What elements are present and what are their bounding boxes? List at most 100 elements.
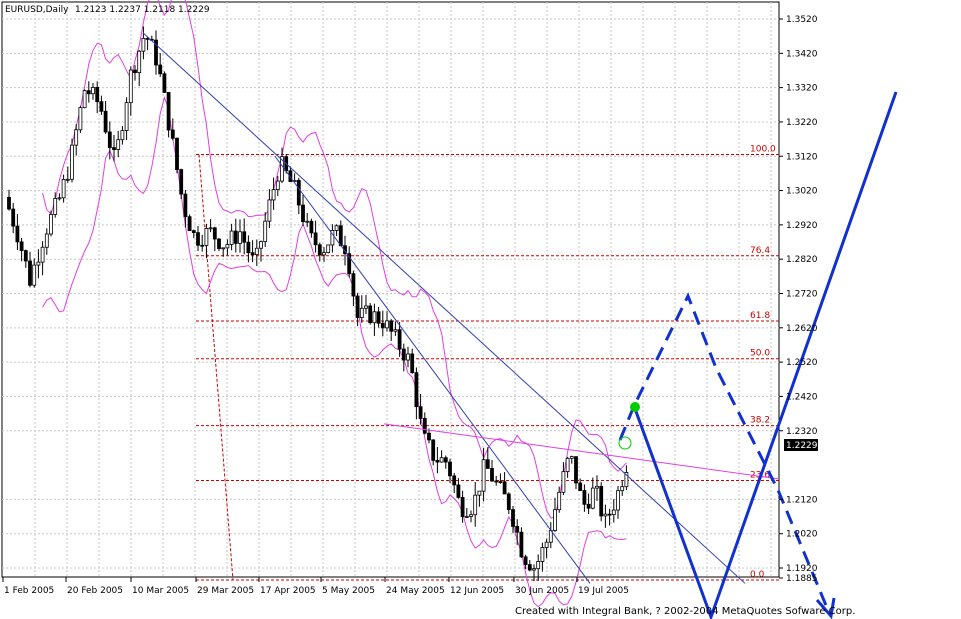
candle-body (481, 459, 486, 492)
candle-body (414, 372, 419, 408)
candle-body (124, 102, 129, 131)
candle-body (238, 231, 242, 244)
time-axis: 1 Feb 2005 20 Feb 2005 10 Mar 2005 29 Mar 2… (2, 577, 629, 596)
candle-body (565, 457, 570, 473)
candle-body (120, 130, 125, 141)
price-tick-label: 1.1920 (786, 564, 818, 574)
chart-symbol-label: EURUSD,Daily (5, 5, 69, 15)
candle-body (595, 485, 599, 489)
candle-body (452, 475, 457, 486)
candle-body (553, 509, 557, 531)
fibonacci-level-label: 100.0 (750, 145, 776, 155)
chart-ohlc-label: 1.2123 1.2237 1.2118 1.2229 (75, 5, 210, 15)
candle-body (36, 261, 41, 266)
price-tick-label: 1.2920 (786, 221, 818, 231)
candle-body (477, 490, 482, 496)
candle-body (490, 468, 494, 482)
candle-body (431, 439, 436, 461)
candle-body (183, 193, 188, 218)
candle-body (175, 137, 179, 170)
candle-body (133, 69, 137, 74)
candle-body (15, 225, 20, 243)
candle-body (225, 244, 230, 249)
candle-body (53, 198, 58, 215)
candle-body (603, 513, 608, 517)
candle-body (116, 139, 121, 150)
candle-body (485, 459, 490, 469)
candle-body (418, 406, 423, 419)
candle-body (61, 179, 66, 199)
candle-body (469, 514, 473, 517)
candle-body (250, 252, 255, 256)
candle-body (586, 503, 591, 509)
price-tick-label: 1.2820 (786, 255, 818, 265)
candle-body (523, 556, 528, 565)
candle-body (422, 418, 427, 434)
candle-body (296, 179, 301, 206)
candle-body (511, 509, 515, 527)
candle-body (275, 180, 280, 191)
time-tick-label: 30 Jun 2005 (515, 586, 569, 596)
candle-body (103, 110, 108, 133)
candle-body (498, 481, 503, 483)
candle-body (616, 490, 620, 511)
candle-body (561, 471, 566, 493)
price-chart: 100.076.461.850.038.223.60.0 1.35201.342… (1, 0, 898, 619)
current-price-tag: 1.2229 (784, 439, 818, 451)
candle-body (527, 564, 532, 571)
candle-body (439, 457, 444, 463)
candle-body (359, 307, 364, 318)
candle-body (233, 230, 238, 244)
candle-body (179, 169, 184, 195)
candle-body (65, 178, 70, 181)
price-tick-label: 1.3120 (786, 152, 818, 162)
candle-body (427, 432, 431, 441)
candle-body (44, 233, 49, 248)
candle-body (351, 273, 356, 297)
time-tick-label: 1 Feb 2005 (4, 586, 54, 596)
candle-body (590, 487, 595, 509)
candle-body (557, 491, 562, 511)
candle-body (23, 250, 28, 262)
candle-body (263, 220, 268, 242)
candle-body (200, 244, 205, 247)
candle-body (246, 241, 251, 254)
candle-body (506, 493, 511, 510)
time-tick-label: 5 May 2005 (322, 586, 375, 596)
forecast-start-marker (630, 402, 640, 412)
price-tick-label: 1.3420 (786, 49, 818, 59)
candle-body (334, 225, 339, 231)
candle-body (32, 264, 37, 286)
candle-body (112, 147, 116, 150)
candle-body (582, 490, 587, 505)
candle-body (305, 220, 310, 223)
candle-body (91, 87, 95, 95)
candle-body (317, 244, 322, 256)
candle-body (166, 92, 171, 131)
candle-body (389, 320, 394, 332)
price-tick-label: 1.2320 (786, 427, 818, 437)
candle-body (569, 456, 574, 459)
candle-body (599, 485, 604, 517)
candle-body (107, 131, 112, 149)
fibonacci-level-label: 61.8 (750, 311, 770, 321)
candle-body (574, 456, 578, 484)
candle-body (460, 497, 465, 517)
price-tick-label: 1.2120 (786, 495, 818, 505)
candle-body (267, 199, 272, 222)
candle-body (326, 244, 331, 253)
current-price-tag-text: 1.2229 (786, 441, 818, 451)
candle-body (435, 459, 440, 463)
candle-body (82, 90, 87, 109)
candle-body (519, 531, 524, 558)
price-tick-label: 1.1885 (786, 574, 818, 584)
candle-body (141, 37, 146, 52)
price-tick-label: 1.2520 (786, 358, 818, 368)
candle-body (19, 241, 24, 251)
candle-body (49, 214, 53, 235)
candle-body (397, 329, 402, 350)
candle-body (313, 232, 318, 246)
time-tick-label: 12 Jun 2005 (450, 586, 504, 596)
candle-body (40, 246, 45, 263)
candle-body (578, 482, 583, 491)
